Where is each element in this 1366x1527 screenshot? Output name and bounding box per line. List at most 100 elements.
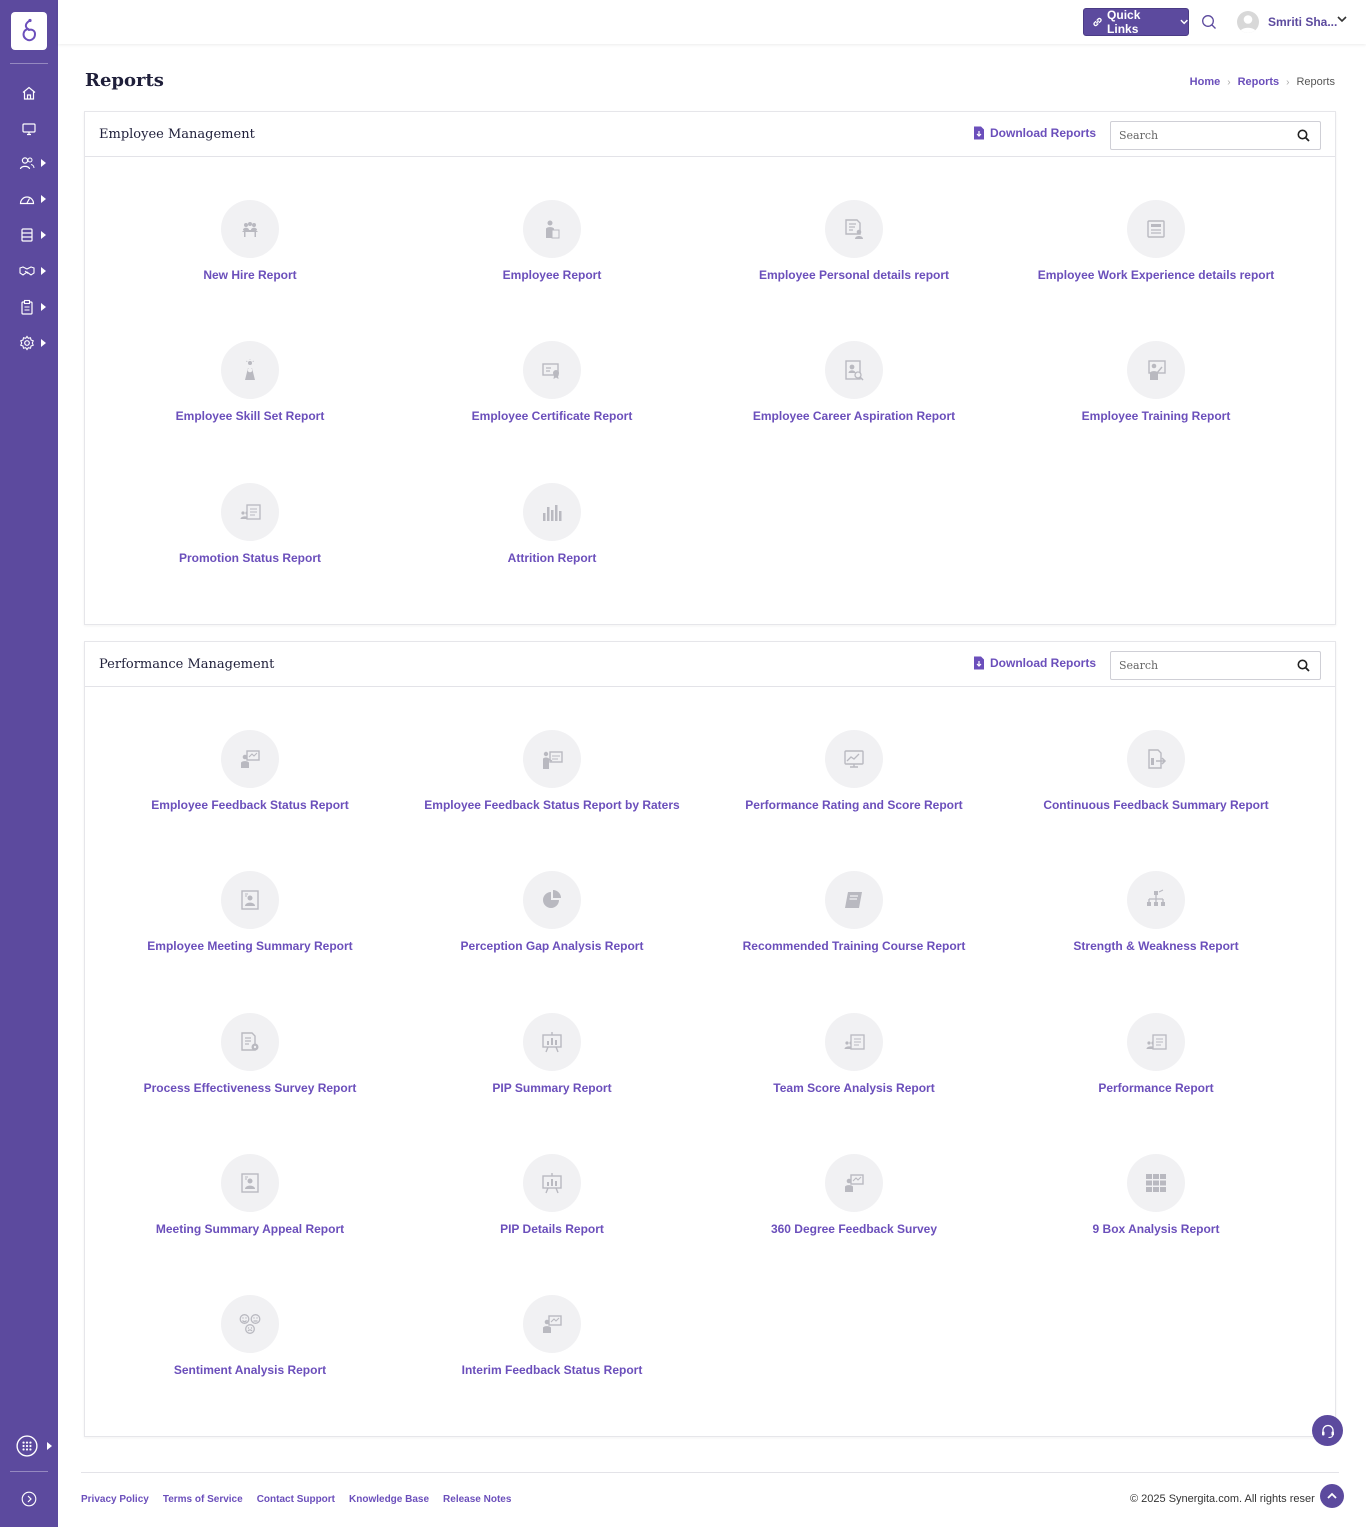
report-tile[interactable]: Employee Training Report (1005, 341, 1307, 482)
support-chat-button[interactable] (1312, 1415, 1343, 1446)
report-icon-circle[interactable] (523, 1153, 581, 1212)
report-tile[interactable]: Meeting Summary Appeal Report (99, 1153, 401, 1295)
report-icon-circle[interactable] (523, 1012, 581, 1071)
report-icon-circle[interactable] (221, 200, 279, 258)
report-icon-circle[interactable] (1127, 1012, 1185, 1071)
footer-link-contact[interactable]: Contact Support (257, 1494, 335, 1505)
report-icon-circle[interactable] (825, 871, 883, 930)
report-icon-circle[interactable] (825, 1153, 883, 1212)
sidebar-item-handshake[interactable] (0, 258, 58, 284)
sidebar-item-monitor[interactable] (0, 116, 58, 142)
report-icon-circle[interactable] (1127, 1153, 1185, 1212)
report-icon-circle[interactable] (1127, 341, 1185, 400)
report-icon-circle[interactable] (221, 341, 279, 400)
user-menu-chevron-icon[interactable] (1337, 16, 1347, 23)
report-link[interactable]: PIP Summary Report (492, 1081, 611, 1095)
report-tile[interactable]: Process Effectiveness Survey Report (99, 1012, 401, 1154)
sidebar-item-users[interactable] (0, 150, 58, 176)
scroll-to-top-button[interactable] (1320, 1484, 1344, 1508)
report-link[interactable]: Employee Feedback Status Report by Rater… (424, 798, 679, 812)
report-icon-circle[interactable] (523, 482, 581, 541)
report-tile[interactable]: Employee Feedback Status Report (99, 730, 401, 871)
report-link[interactable]: Employee Training Report (1082, 409, 1231, 423)
report-tile[interactable]: Employee Feedback Status Report by Rater… (401, 730, 703, 871)
report-tile[interactable]: 9 Box Analysis Report (1005, 1153, 1307, 1295)
employee-search-input[interactable] (1111, 122, 1291, 149)
report-link[interactable]: Attrition Report (508, 551, 597, 565)
search-icon[interactable] (1297, 659, 1310, 672)
sidebar-item-dashboard[interactable] (0, 186, 58, 212)
report-tile[interactable]: Employee Personal details report (703, 200, 1005, 341)
report-tile[interactable]: PIP Summary Report (401, 1012, 703, 1154)
quick-links-button[interactable]: Quick Links (1083, 8, 1189, 36)
performance-search-input[interactable] (1111, 652, 1291, 679)
sidebar-item-database[interactable] (0, 222, 58, 248)
breadcrumb-reports[interactable]: Reports (1238, 76, 1280, 88)
download-reports-button[interactable]: Download Reports (973, 656, 1096, 670)
report-icon-circle[interactable] (221, 1012, 279, 1071)
avatar[interactable] (1237, 11, 1259, 33)
user-name[interactable]: Smriti Sha... (1268, 15, 1337, 29)
report-link[interactable]: Employee Skill Set Report (176, 409, 325, 423)
report-link[interactable]: PIP Details Report (500, 1222, 604, 1236)
report-link[interactable]: 9 Box Analysis Report (1093, 1222, 1220, 1236)
report-link[interactable]: Sentiment Analysis Report (174, 1363, 326, 1377)
report-tile[interactable]: Performance Report (1005, 1012, 1307, 1154)
report-icon-circle[interactable] (221, 1153, 279, 1212)
report-link[interactable]: Employee Certificate Report (472, 409, 633, 423)
report-tile[interactable]: Employee Certificate Report (401, 341, 703, 482)
report-icon-circle[interactable] (1127, 871, 1185, 930)
report-link[interactable]: Employee Meeting Summary Report (147, 939, 352, 953)
report-tile[interactable]: Recommended Training Course Report (703, 871, 1005, 1012)
report-tile[interactable]: Team Score Analysis Report (703, 1012, 1005, 1154)
report-tile[interactable]: Perception Gap Analysis Report (401, 871, 703, 1012)
sidebar-item-clipboard[interactable] (0, 294, 58, 320)
global-search-button[interactable] (1201, 14, 1217, 34)
report-tile[interactable]: PIP Details Report (401, 1153, 703, 1295)
report-link[interactable]: Performance Report (1098, 1081, 1213, 1095)
report-link[interactable]: Continuous Feedback Summary Report (1043, 798, 1268, 812)
report-tile[interactable]: Sentiment Analysis Report (99, 1295, 401, 1436)
breadcrumb-home[interactable]: Home (1190, 76, 1221, 88)
report-icon-circle[interactable] (523, 730, 581, 788)
report-link[interactable]: Performance Rating and Score Report (745, 798, 962, 812)
sidebar-expand-button[interactable] (0, 1486, 58, 1512)
report-icon-circle[interactable] (825, 730, 883, 788)
report-icon-circle[interactable] (523, 871, 581, 930)
footer-link-knowledge-base[interactable]: Knowledge Base (349, 1494, 429, 1505)
report-link[interactable]: Perception Gap Analysis Report (461, 939, 644, 953)
report-tile[interactable]: Attrition Report (401, 482, 703, 624)
report-icon-circle[interactable] (1127, 200, 1185, 258)
report-link[interactable]: Employee Report (503, 268, 602, 282)
report-link[interactable]: Strength & Weakness Report (1073, 939, 1238, 953)
report-link[interactable]: Promotion Status Report (179, 551, 321, 565)
download-reports-button[interactable]: Download Reports (973, 126, 1096, 140)
report-icon-circle[interactable] (523, 200, 581, 258)
report-tile[interactable]: Strength & Weakness Report (1005, 871, 1307, 1012)
report-link[interactable]: Employee Work Experience details report (1038, 268, 1275, 282)
report-link[interactable]: Employee Feedback Status Report (151, 798, 348, 812)
report-tile[interactable]: New Hire Report (99, 200, 401, 341)
report-link[interactable]: Meeting Summary Appeal Report (156, 1222, 344, 1236)
report-link[interactable]: Recommended Training Course Report (743, 939, 966, 953)
report-link[interactable]: Employee Personal details report (759, 268, 949, 282)
report-icon-circle[interactable] (825, 200, 883, 258)
report-icon-circle[interactable] (1127, 730, 1185, 788)
sidebar-item-apps[interactable] (0, 1433, 58, 1459)
report-icon-circle[interactable] (221, 1295, 279, 1354)
footer-link-privacy[interactable]: Privacy Policy (81, 1494, 149, 1505)
sidebar-item-home[interactable] (0, 80, 58, 106)
report-link[interactable]: Team Score Analysis Report (773, 1081, 934, 1095)
report-tile[interactable]: Promotion Status Report (99, 482, 401, 624)
report-link[interactable]: Interim Feedback Status Report (462, 1363, 643, 1377)
report-tile[interactable]: Employee Skill Set Report (99, 341, 401, 482)
report-tile[interactable]: Employee Work Experience details report (1005, 200, 1307, 341)
report-link[interactable]: New Hire Report (203, 268, 296, 282)
report-tile[interactable]: Employee Career Aspiration Report (703, 341, 1005, 482)
report-icon-circle[interactable] (523, 1295, 581, 1354)
report-icon-circle[interactable] (825, 1012, 883, 1071)
report-tile[interactable]: Employee Meeting Summary Report (99, 871, 401, 1012)
synergita-logo[interactable] (11, 12, 47, 50)
report-tile[interactable]: Continuous Feedback Summary Report (1005, 730, 1307, 871)
report-link[interactable]: Process Effectiveness Survey Report (144, 1081, 357, 1095)
